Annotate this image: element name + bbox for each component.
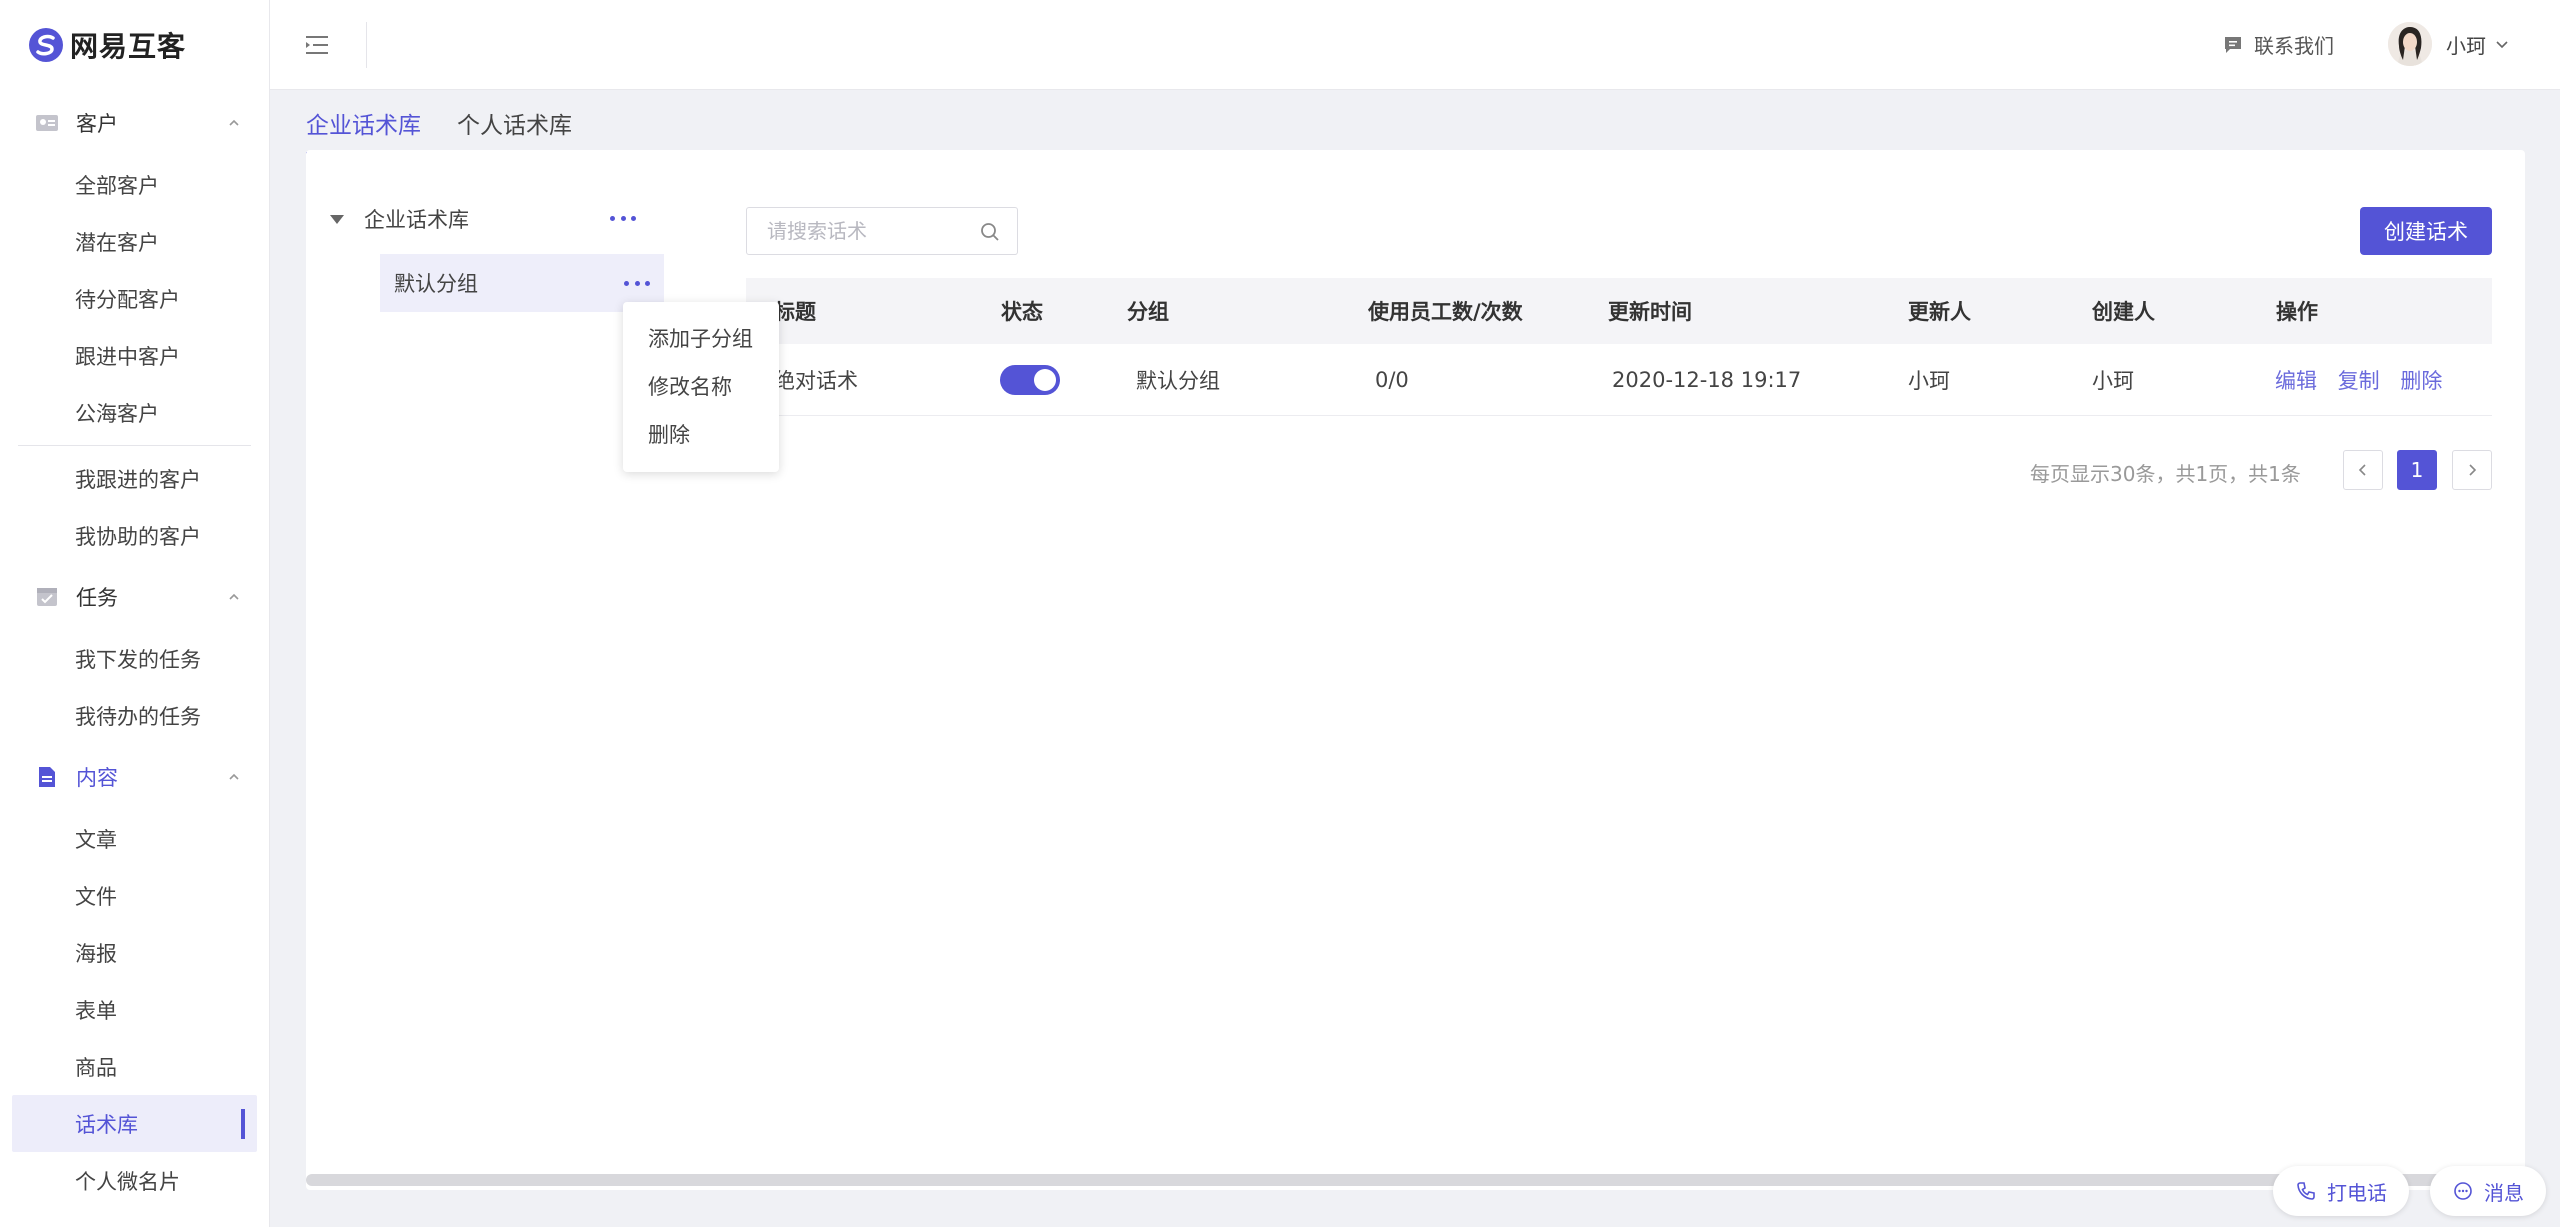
menu-item-add-subgroup[interactable]: 添加子分组 (623, 314, 779, 362)
sidebar-divider (18, 445, 251, 446)
menu-fold-icon[interactable] (304, 32, 330, 58)
sidebar-item-forms[interactable]: 表单 (0, 981, 269, 1038)
username: 小珂 (2446, 33, 2486, 58)
tab-personal-library[interactable]: 个人话术库 (457, 100, 572, 155)
cell-actions: 编辑 复制 删除 (2275, 365, 2456, 395)
tree-node-default-group[interactable]: 默认分组 (380, 254, 664, 312)
tree-node-label: 默认分组 (394, 272, 478, 296)
more-options-icon[interactable] (624, 273, 650, 293)
task-icon (37, 588, 57, 606)
chevron-up-icon (229, 119, 239, 126)
brand[interactable]: 网易互客 (0, 0, 269, 90)
tree-root-label: 企业话术库 (364, 208, 469, 232)
cell-creator: 小珂 (2092, 368, 2134, 393)
prev-page-button[interactable] (2343, 450, 2383, 490)
nav-group-label: 客户 (76, 112, 118, 136)
chevron-left-icon (2358, 464, 2366, 476)
cell-updater: 小珂 (1908, 368, 1950, 393)
tab-enterprise-library[interactable]: 企业话术库 (306, 100, 421, 155)
search-input[interactable] (747, 209, 967, 253)
table-header: 标题 状态 分组 使用员工数/次数 更新时间 更新人 创建人 操作 (746, 278, 2492, 344)
message-icon (2454, 1182, 2472, 1200)
edit-link[interactable]: 编辑 (2275, 369, 2317, 393)
delete-link[interactable]: 删除 (2400, 369, 2442, 393)
status-toggle[interactable] (1000, 364, 1060, 395)
horizontal-scrollbar[interactable] (306, 1174, 2525, 1186)
message-label: 消息 (2484, 1180, 2524, 1205)
sidebar-item-following-customers[interactable]: 跟进中客户 (0, 327, 269, 384)
column-header-creator: 创建人 (2092, 300, 2155, 324)
contact-us-link[interactable]: 联系我们 (2222, 30, 2334, 59)
sidebar-item-issued-tasks[interactable]: 我下发的任务 (0, 630, 269, 687)
next-page-button[interactable] (2452, 450, 2492, 490)
header-separator (366, 22, 367, 68)
pagination-info: 每页显示30条，共1页，共1条 (2030, 462, 2301, 486)
nav-group-label: 内容 (76, 766, 118, 790)
nav-group-tasks[interactable]: 任务 (0, 564, 269, 630)
chevron-up-icon (229, 593, 239, 600)
cell-title: 绝对话术 (774, 368, 858, 393)
cell-usage: 0/0 (1375, 367, 1409, 392)
brand-logo-icon (29, 28, 63, 62)
column-header-status: 状态 (1001, 300, 1043, 324)
brand-name: 网易互客 (70, 30, 187, 63)
chevron-right-icon (2469, 464, 2477, 476)
node-context-menu: 添加子分组 修改名称 删除 (623, 302, 779, 472)
user-menu[interactable]: 小珂 (2388, 22, 2510, 66)
sidebar-item-products[interactable]: 商品 (0, 1038, 269, 1095)
page-button-current[interactable]: 1 (2397, 450, 2437, 490)
nav-group-content[interactable]: 内容 (0, 744, 269, 810)
column-header-usage: 使用员工数/次数 (1368, 300, 1523, 324)
chevron-down-icon (2496, 41, 2508, 49)
sidebar-item-todo-tasks[interactable]: 我待办的任务 (0, 687, 269, 744)
create-script-button[interactable]: 创建话术 (2360, 207, 2492, 255)
nav-group-label: 任务 (76, 586, 118, 610)
search-icon[interactable] (979, 221, 1001, 243)
tree-root-node[interactable]: 企业话术库 (330, 198, 650, 240)
caret-down-icon[interactable] (330, 214, 344, 224)
menu-item-delete[interactable]: 删除 (623, 410, 779, 458)
sidebar-item-my-followed-customers[interactable]: 我跟进的客户 (0, 450, 269, 507)
id-card-icon (36, 115, 58, 131)
column-header-actions: 操作 (2276, 300, 2318, 324)
column-header-updater: 更新人 (1908, 300, 1971, 324)
avatar (2388, 22, 2432, 66)
chevron-up-icon (229, 773, 239, 780)
search-box (746, 207, 1018, 255)
more-options-icon[interactable] (610, 208, 636, 228)
chat-icon (2225, 36, 2241, 53)
contact-us-label: 联系我们 (2254, 34, 2334, 58)
message-button[interactable]: 消息 (2430, 1166, 2546, 1216)
cell-updated-time: 2020-12-18 19:17 (1612, 367, 1802, 392)
copy-link[interactable]: 复制 (2338, 369, 2380, 393)
top-header: 联系我们 小珂 (270, 0, 2560, 90)
call-label: 打电话 (2327, 1180, 2387, 1205)
sidebar-item-files[interactable]: 文件 (0, 867, 269, 924)
sidebar-item-potential-customers[interactable]: 潜在客户 (0, 213, 269, 270)
sidebar-item-public-customers[interactable]: 公海客户 (0, 384, 269, 441)
library-tabs: 企业话术库 个人话术库 (306, 100, 608, 155)
cell-group: 默认分组 (1136, 368, 1220, 393)
document-icon (39, 767, 55, 787)
sidebar: 网易互客 客户 全部客户 潜在客户 待分配客户 跟进中客户 公海客户 我跟进的客… (0, 0, 270, 1227)
column-header-title: 标题 (774, 300, 816, 324)
menu-item-rename[interactable]: 修改名称 (623, 362, 779, 410)
call-button[interactable]: 打电话 (2273, 1166, 2409, 1216)
user-avatar-icon (2388, 22, 2432, 66)
sidebar-item-articles[interactable]: 文章 (0, 810, 269, 867)
phone-icon (2297, 1182, 2315, 1200)
column-header-group: 分组 (1127, 300, 1169, 324)
sidebar-item-script-library[interactable]: 话术库 (12, 1095, 257, 1152)
sidebar-item-my-assisted-customers[interactable]: 我协助的客户 (0, 507, 269, 564)
nav-group-customers[interactable]: 客户 (0, 90, 269, 156)
sidebar-item-all-customers[interactable]: 全部客户 (0, 156, 269, 213)
column-header-updated: 更新时间 (1608, 300, 1692, 324)
sidebar-item-posters[interactable]: 海报 (0, 924, 269, 981)
sidebar-item-unassigned-customers[interactable]: 待分配客户 (0, 270, 269, 327)
table-row: 绝对话术 默认分组 0/0 2020-12-18 19:17 小珂 小珂 编辑 … (746, 344, 2492, 416)
script-table: 标题 状态 分组 使用员工数/次数 更新时间 更新人 创建人 操作 绝对话术 默… (746, 278, 2492, 416)
sidebar-item-personal-card[interactable]: 个人微名片 (0, 1152, 269, 1209)
